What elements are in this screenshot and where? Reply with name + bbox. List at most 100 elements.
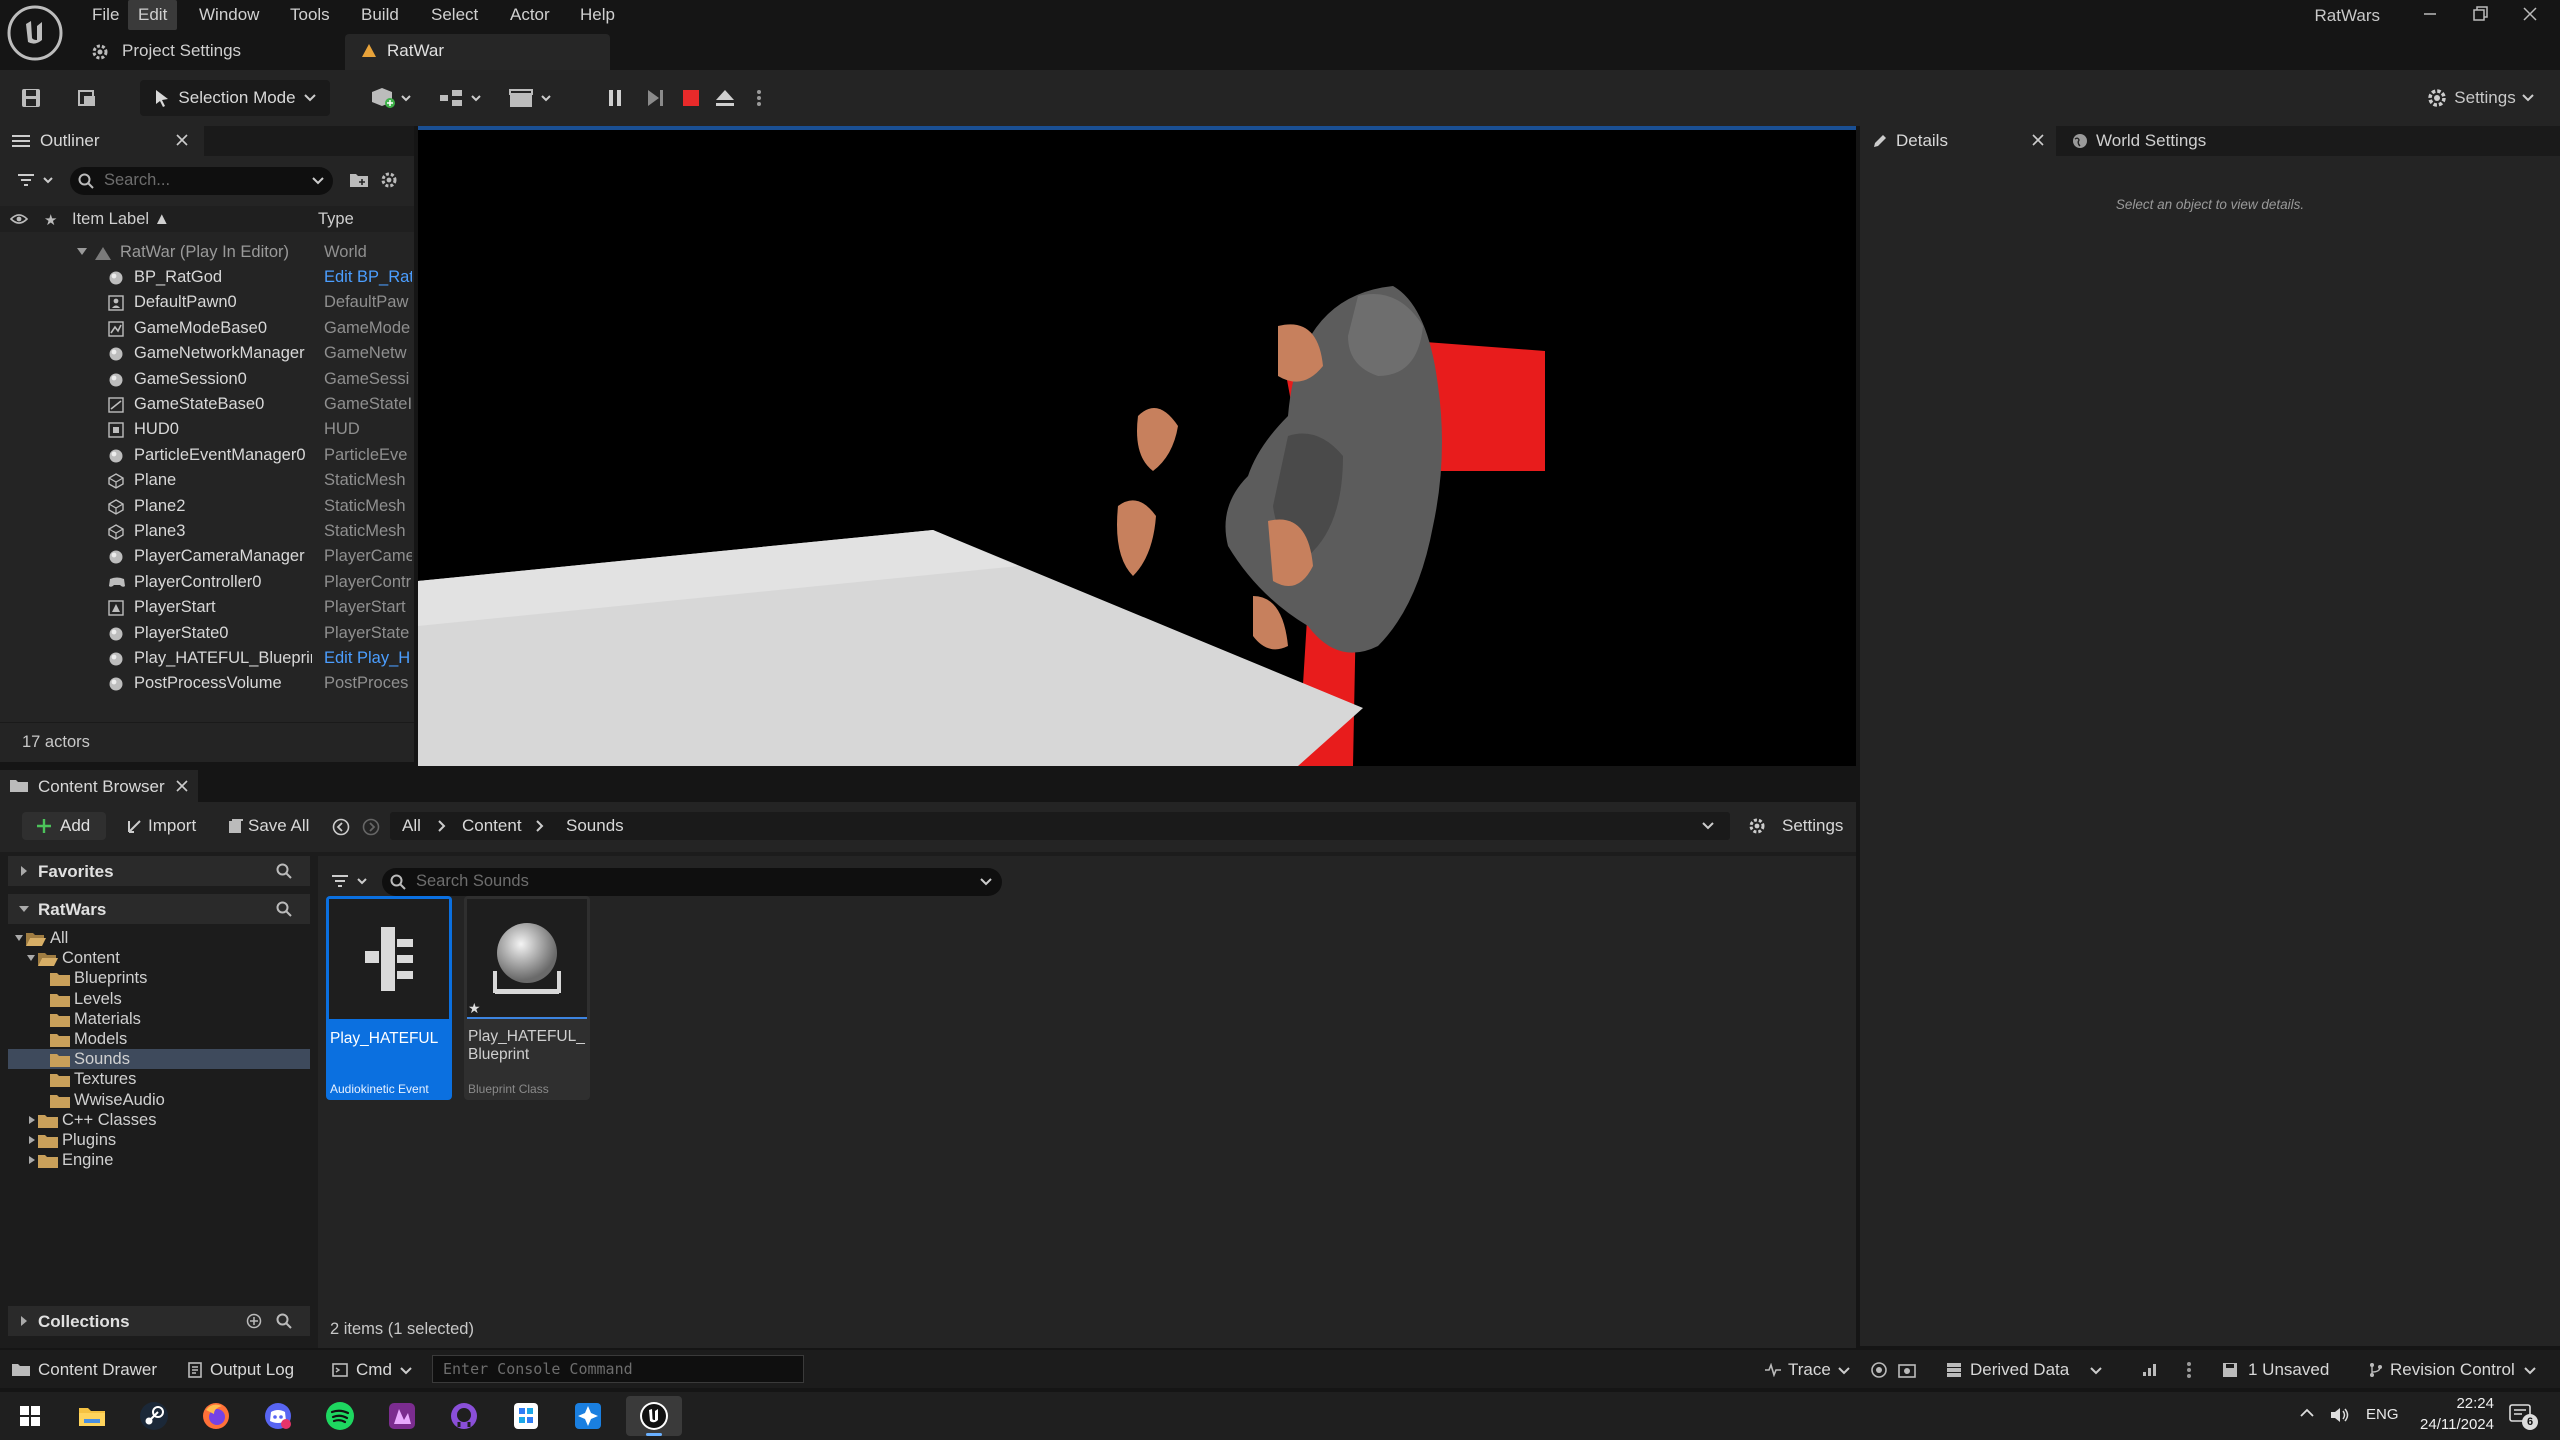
close-window-icon[interactable] bbox=[2520, 4, 2540, 24]
file-explorer-icon[interactable] bbox=[76, 1400, 108, 1432]
trace-dropdown[interactable]: Trace bbox=[1762, 1358, 1854, 1382]
chevron-right-icon[interactable] bbox=[536, 820, 544, 832]
favorites-header[interactable]: Favorites bbox=[8, 856, 310, 886]
stop-button[interactable] bbox=[676, 80, 706, 116]
revision-control-dropdown[interactable]: Revision Control bbox=[2366, 1358, 2546, 1382]
project-header[interactable]: RatWars bbox=[8, 894, 310, 924]
search-icon[interactable] bbox=[276, 1313, 292, 1329]
output-log-button[interactable]: Output Log bbox=[186, 1358, 306, 1382]
outliner-row[interactable]: HUD0 HUD bbox=[0, 417, 414, 442]
asset-tile[interactable]: ★ Play_HATEFUL_ Blueprint Blueprint Clas… bbox=[464, 896, 590, 1100]
breadcrumb-all[interactable]: All bbox=[402, 816, 421, 836]
outliner-search-input[interactable]: Search... bbox=[70, 167, 333, 195]
blueprints-button[interactable] bbox=[434, 80, 488, 116]
outliner-row[interactable]: PlayerStart PlayerStart bbox=[0, 595, 414, 620]
close-icon[interactable] bbox=[176, 780, 188, 792]
add-folder-icon[interactable] bbox=[350, 172, 368, 188]
chevron-up-icon[interactable] bbox=[2300, 1408, 2314, 1418]
browse-icon[interactable] bbox=[70, 80, 104, 116]
collapse-arrow-icon[interactable] bbox=[76, 247, 88, 257]
level-viewport[interactable] bbox=[418, 126, 1856, 766]
outliner-row[interactable]: PlayerState0 PlayerState bbox=[0, 621, 414, 646]
chevron-right-icon[interactable] bbox=[438, 820, 446, 832]
collections-header[interactable]: Collections bbox=[8, 1306, 310, 1336]
gear-icon[interactable] bbox=[380, 171, 398, 189]
settings-button[interactable]: Settings bbox=[2420, 80, 2540, 116]
outliner-row[interactable]: DefaultPawn0 DefaultPaw bbox=[0, 290, 414, 315]
folder-tree-item[interactable]: Levels bbox=[8, 989, 310, 1009]
outliner-row[interactable]: PlayerController0 PlayerContr bbox=[0, 570, 414, 595]
folder-tree-item[interactable]: Plugins bbox=[8, 1130, 310, 1150]
app-switcher-icon[interactable] bbox=[510, 1400, 542, 1432]
search-icon[interactable] bbox=[276, 863, 292, 879]
outliner-row-edit-link[interactable]: Edit Play_H bbox=[324, 646, 412, 671]
level-tab[interactable]: RatWar bbox=[345, 34, 610, 70]
folder-tree-item[interactable]: WwiseAudio bbox=[8, 1090, 310, 1110]
more-options-icon[interactable] bbox=[750, 80, 768, 116]
eye-icon[interactable] bbox=[10, 213, 28, 225]
add-actor-button[interactable] bbox=[364, 80, 418, 116]
menu-edit[interactable]: Edit bbox=[128, 0, 178, 30]
windows-start-icon[interactable] bbox=[14, 1400, 46, 1432]
restore-icon[interactable] bbox=[2470, 4, 2490, 24]
close-icon[interactable] bbox=[176, 134, 188, 146]
screenshot-icon[interactable] bbox=[1898, 1361, 1916, 1379]
spotify-icon[interactable] bbox=[324, 1400, 356, 1432]
cmd-dropdown[interactable]: Cmd bbox=[330, 1358, 420, 1382]
breadcrumb-sounds[interactable]: Sounds bbox=[566, 816, 624, 836]
outliner-row-edit-link[interactable]: Edit BP_Rat bbox=[324, 265, 412, 290]
col-item-label[interactable]: Item Label ▲ bbox=[72, 210, 170, 229]
world-settings-tab[interactable]: World Settings bbox=[2068, 126, 2268, 156]
folder-tree-item[interactable]: C++ Classes bbox=[8, 1110, 310, 1130]
media-app-icon[interactable] bbox=[386, 1400, 418, 1432]
chevron-down-icon[interactable] bbox=[14, 934, 24, 942]
details-tab[interactable]: Details bbox=[1860, 126, 2056, 156]
content-drawer-button[interactable]: Content Drawer bbox=[8, 1358, 168, 1382]
menu-help[interactable]: Help bbox=[570, 0, 625, 30]
outliner-row[interactable]: BP_RatGod Edit BP_Rat bbox=[0, 265, 414, 290]
outliner-tab[interactable]: Outliner bbox=[0, 126, 204, 156]
search-icon[interactable] bbox=[276, 901, 292, 917]
outliner-row[interactable]: ParticleEventManager0 ParticleEve bbox=[0, 443, 414, 468]
star-icon[interactable]: ★ bbox=[44, 211, 57, 229]
firefox-icon[interactable] bbox=[200, 1400, 232, 1432]
folder-tree-item[interactable]: Sounds bbox=[8, 1049, 310, 1070]
outliner-row[interactable]: PlayerCameraManager PlayerCame bbox=[0, 544, 414, 569]
add-button[interactable]: Add bbox=[22, 812, 106, 840]
breadcrumb-content[interactable]: Content bbox=[462, 816, 522, 836]
folder-tree-item[interactable]: Content bbox=[8, 948, 310, 968]
chevron-right-icon[interactable] bbox=[28, 1155, 36, 1165]
minimize-icon[interactable] bbox=[2420, 4, 2440, 24]
notification-icon[interactable]: 6 bbox=[2508, 1402, 2538, 1430]
selection-mode-dropdown[interactable]: Selection Mode bbox=[140, 80, 330, 116]
menu-tools[interactable]: Tools bbox=[280, 0, 340, 30]
discord-icon[interactable] bbox=[262, 1400, 294, 1432]
folder-tree-item[interactable]: Materials bbox=[8, 1009, 310, 1029]
outliner-row[interactable]: Play_HATEFUL_Blueprint Edit Play_H bbox=[0, 646, 414, 671]
steam-icon[interactable] bbox=[138, 1400, 170, 1432]
unreal-logo-icon[interactable] bbox=[6, 4, 64, 62]
eject-button[interactable] bbox=[710, 80, 740, 116]
chevron-right-icon[interactable] bbox=[28, 1135, 36, 1145]
chevron-right-icon[interactable] bbox=[28, 1115, 36, 1125]
github-desktop-icon[interactable] bbox=[448, 1400, 480, 1432]
folder-tree-item[interactable]: Engine bbox=[8, 1150, 310, 1170]
col-type[interactable]: Type bbox=[318, 210, 354, 229]
clock[interactable]: 22:24 24/11/2024 bbox=[2404, 1394, 2494, 1436]
unsaved-button[interactable]: 1 Unsaved bbox=[2220, 1358, 2340, 1382]
outliner-row[interactable]: GameModeBase0 GameMode bbox=[0, 316, 414, 341]
cb-settings-button[interactable]: Settings bbox=[1746, 812, 1846, 840]
add-collection-icon[interactable] bbox=[246, 1313, 262, 1329]
outliner-world-row[interactable]: RatWar (Play In Editor) World bbox=[0, 240, 414, 265]
filter-icon[interactable] bbox=[18, 173, 58, 189]
outliner-row[interactable]: Plane2 StaticMesh bbox=[0, 494, 414, 519]
outliner-row[interactable]: PostProcessVolume PostProces bbox=[0, 671, 414, 696]
outliner-row[interactable]: Plane StaticMesh bbox=[0, 468, 414, 493]
console-input[interactable]: Enter Console Command bbox=[432, 1355, 804, 1383]
pause-button[interactable] bbox=[600, 80, 630, 116]
chevron-down-icon[interactable] bbox=[1702, 822, 1714, 830]
asset-search-input[interactable]: Search Sounds bbox=[382, 868, 1002, 896]
back-arrow-icon[interactable] bbox=[332, 818, 350, 836]
outliner-row[interactable]: Plane3 StaticMesh bbox=[0, 519, 414, 544]
more-options-icon[interactable] bbox=[2186, 1360, 2192, 1380]
